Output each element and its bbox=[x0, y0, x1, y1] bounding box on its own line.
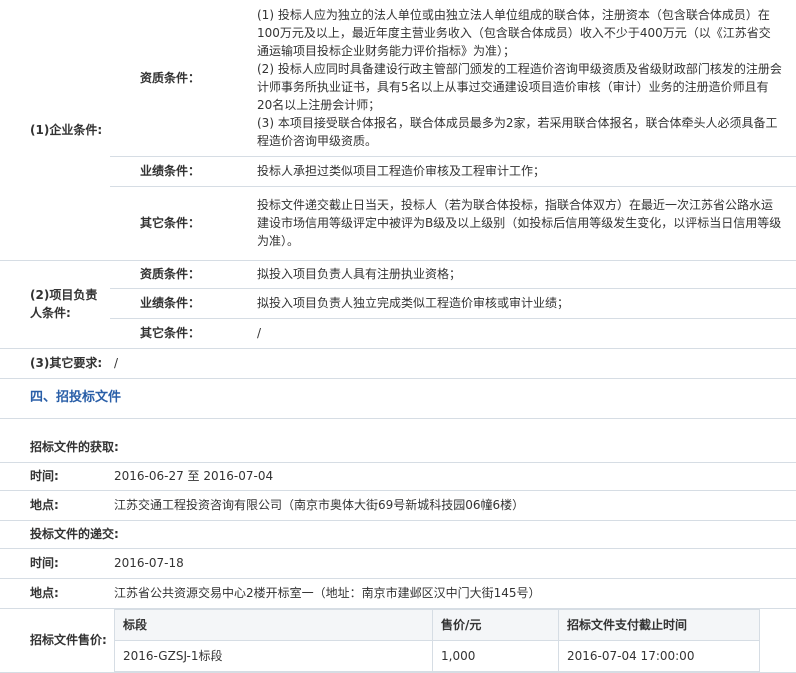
price-header-section: 标段 bbox=[114, 608, 433, 641]
lead-other-text: / bbox=[226, 318, 796, 349]
lead-qualification-label: 资质条件： bbox=[110, 260, 226, 289]
submit-place-value: 江苏省公共资源交易中心2楼开标室一（地址：南京市建邺区汉中门大街145号） bbox=[110, 578, 796, 609]
submit-time-label: 时间: bbox=[0, 548, 110, 579]
price-cell-section: 2016-GZSJ-1标段 bbox=[114, 639, 433, 672]
submit-place-label: 地点: bbox=[0, 578, 110, 609]
lead-other-label: 其它条件： bbox=[110, 318, 226, 349]
price-label: 招标文件售价: bbox=[0, 608, 110, 673]
time-value: 2016-06-27 至 2016-07-04 bbox=[110, 462, 796, 491]
other-requirements-text: / bbox=[110, 348, 796, 379]
conditions-table: (1)企业条件: 资质条件： (1) 投标人应为独立的法人单位或由独立法人单位组… bbox=[0, 0, 796, 673]
time-label: 时间: bbox=[0, 462, 110, 491]
price-header-deadline: 招标文件支付截止时间 bbox=[558, 608, 760, 641]
price-header-price: 售价/元 bbox=[432, 608, 559, 641]
price-cell-price: 1,000 bbox=[432, 639, 559, 672]
table-row: 2016-GZSJ-1标段 1,000 2016-07-04 17:00:00 bbox=[114, 639, 760, 672]
performance-label: 业绩条件： bbox=[110, 156, 226, 187]
enterprise-performance-text: 投标人承担过类似项目工程造价审核及工程审计工作； bbox=[226, 156, 796, 187]
qualification-label: 资质条件： bbox=[110, 0, 226, 157]
obtain-docs-label: 招标文件的获取: bbox=[0, 418, 796, 463]
price-cell-deadline: 2016-07-04 17:00:00 bbox=[558, 639, 760, 672]
enterprise-other-text: 投标文件递交截止日当天，投标人（若为联合体投标，指联合体双方）在最近一次江苏省公… bbox=[226, 186, 796, 261]
submit-docs-label: 投标文件的递交: bbox=[0, 520, 796, 549]
section-title: 四、招投标文件 bbox=[0, 378, 796, 419]
tender-notice-page: (1)企业条件: 资质条件： (1) 投标人应为独立的法人单位或由独立法人单位组… bbox=[0, 0, 796, 673]
enterprise-conditions-label: (1)企业条件: bbox=[0, 0, 110, 261]
project-lead-conditions-label: (2)项目负责人条件: bbox=[0, 260, 110, 349]
submit-time-value: 2016-07-18 bbox=[110, 548, 796, 579]
other-label: 其它条件： bbox=[110, 186, 226, 261]
other-requirements-label: (3)其它要求: bbox=[0, 348, 110, 379]
lead-performance-label: 业绩条件： bbox=[110, 288, 226, 319]
place-value: 江苏交通工程投资咨询有限公司（南京市奥体大街69号新城科技园06幢6楼） bbox=[110, 490, 796, 521]
enterprise-qualification-text: (1) 投标人应为独立的法人单位或由独立法人单位组成的联合体，注册资本（包含联合… bbox=[226, 0, 796, 157]
place-label: 地点: bbox=[0, 490, 110, 521]
lead-qualification-text: 拟投入项目负责人具有注册执业资格； bbox=[226, 260, 796, 289]
lead-performance-text: 拟投入项目负责人独立完成类似工程造价审核或审计业绩； bbox=[226, 288, 796, 319]
price-table: 标段 售价/元 招标文件支付截止时间 2016-GZSJ-1标段 1,000 2… bbox=[114, 608, 760, 672]
